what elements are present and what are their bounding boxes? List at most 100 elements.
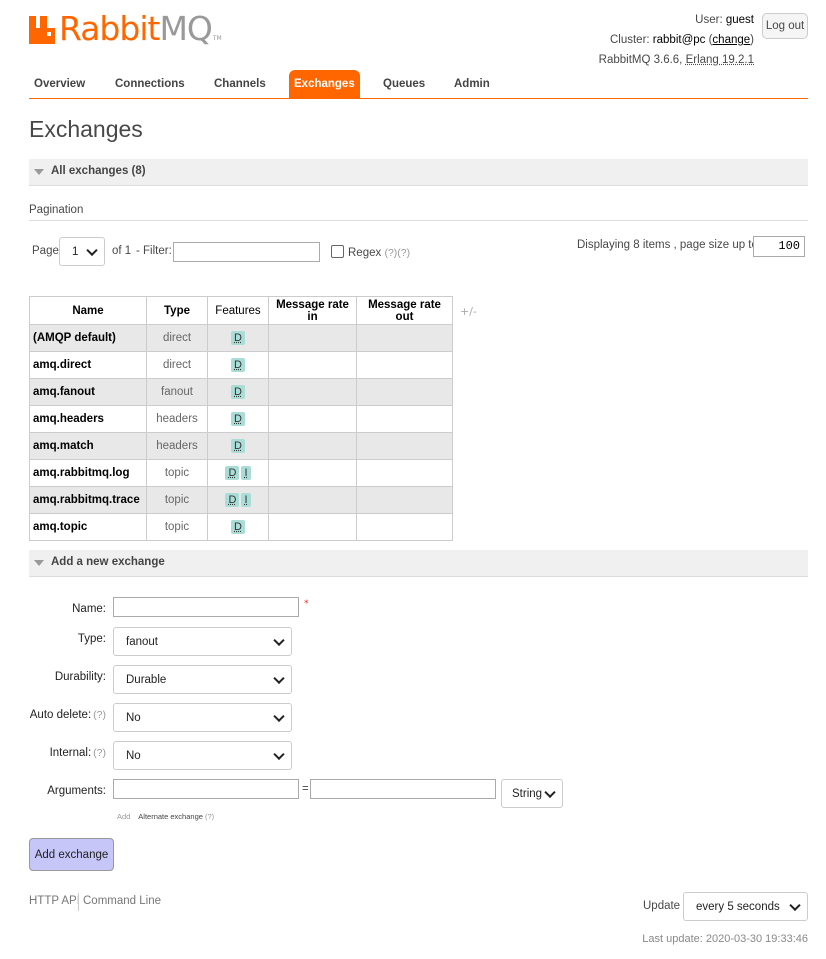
filter-label: - Filter: — [136, 245, 172, 257]
tab-channels[interactable]: Channels — [209, 70, 271, 98]
name-input[interactable] — [113, 597, 299, 617]
collapse-triangle-icon — [34, 169, 44, 175]
exchange-name-link[interactable]: amq.direct — [29, 351, 147, 379]
exchange-features: D — [207, 351, 269, 379]
exchange-type: topic — [146, 486, 208, 514]
exchange-name-link[interactable]: amq.fanout — [29, 378, 147, 406]
tab-admin[interactable]: Admin — [449, 70, 495, 98]
column-toggle-button[interactable]: +/- — [460, 305, 477, 318]
exchange-features: D — [207, 405, 269, 433]
arguments-hints: Add Alternate exchange (?) — [117, 812, 214, 821]
add-argument-hint: Add — [117, 812, 131, 821]
table-row[interactable]: amq.rabbitmq.log topic DI — [29, 459, 453, 487]
user-name: guest — [725, 14, 754, 26]
feature-durable-badge: D — [231, 358, 245, 372]
tab-queues[interactable]: Queues — [378, 70, 430, 98]
update-interval-select[interactable]: every 5 seconds — [683, 892, 808, 921]
type-select[interactable]: fanout — [113, 627, 292, 656]
chevron-down-icon — [789, 899, 801, 911]
exchange-name-link[interactable]: amq.topic — [29, 513, 147, 541]
auto-delete-select[interactable]: No — [113, 703, 292, 732]
internal-help[interactable]: (?) — [93, 747, 106, 759]
exchange-name-link[interactable]: amq.match — [29, 432, 147, 460]
table-header-row: Name Type Features Message rate in Messa… — [29, 296, 453, 325]
tab-connections[interactable]: Connections — [110, 70, 190, 98]
add-exchange-title: Add a new exchange — [51, 556, 165, 568]
exchange-features: D — [207, 324, 269, 352]
table-row[interactable]: amq.headers headers D — [29, 405, 453, 433]
table-row[interactable]: amq.direct direct D — [29, 351, 453, 379]
add-exchange-toggle[interactable]: Add a new exchange — [29, 550, 808, 577]
column-header-rate-out[interactable]: Message rate out — [356, 296, 453, 325]
exchange-features: DI — [207, 459, 269, 487]
footer-divider — [78, 893, 79, 911]
argument-key-input[interactable] — [113, 779, 299, 799]
column-header-type[interactable]: Type — [146, 296, 208, 325]
exchange-name-link[interactable]: amq.headers — [29, 405, 147, 433]
exchange-name-link[interactable]: amq.rabbitmq.log — [29, 459, 147, 487]
rate-out-cell — [356, 486, 453, 514]
exchange-features: D — [207, 513, 269, 541]
auto-delete-help[interactable]: (?) — [93, 709, 106, 721]
rabbitmq-logo[interactable]: RabbitMQ TM — [29, 12, 222, 46]
feature-durable-badge: D — [231, 331, 245, 345]
logout-button[interactable]: Log out — [762, 13, 808, 39]
logo-wordmark: RabbitMQ — [59, 9, 213, 48]
main-nav-tabs: Overview Connections Channels Exchanges … — [29, 70, 808, 99]
exchange-type: headers — [146, 432, 208, 460]
exchanges-table: Name Type Features Message rate in Messa… — [29, 296, 453, 541]
feature-durable-badge: D — [231, 412, 245, 426]
table-row[interactable]: (AMQP default) direct D — [29, 324, 453, 352]
chevron-down-icon — [273, 672, 285, 684]
feature-internal-badge: I — [241, 466, 251, 480]
arguments-label: Arguments: — [47, 785, 106, 797]
chevron-down-icon — [544, 786, 556, 798]
exchange-name-link[interactable]: (AMQP default) — [29, 324, 147, 352]
collapse-triangle-icon — [34, 560, 44, 566]
rate-in-cell — [268, 405, 357, 433]
add-exchange-button[interactable]: Add exchange — [29, 838, 114, 871]
tab-overview[interactable]: Overview — [29, 70, 90, 98]
column-header-features: Features — [207, 296, 269, 325]
durability-label: Durability: — [54, 671, 106, 683]
feature-durable-badge: D — [231, 439, 245, 453]
table-row[interactable]: amq.fanout fanout D — [29, 378, 453, 406]
exchange-features: D — [207, 432, 269, 460]
http-api-link[interactable]: HTTP API — [29, 895, 80, 907]
page-select[interactable]: 1 — [59, 237, 105, 266]
tab-exchanges[interactable]: Exchanges — [289, 70, 360, 98]
rate-out-cell — [356, 351, 453, 379]
required-mark: * — [304, 599, 309, 609]
exchange-type: topic — [146, 459, 208, 487]
cluster-name: rabbit@pc — [652, 34, 706, 46]
page-size-input[interactable]: 100 — [753, 236, 805, 257]
regex-help[interactable]: (?)(?) — [384, 247, 410, 259]
all-exchanges-toggle[interactable]: All exchanges (8) — [29, 159, 808, 186]
argument-type-select[interactable]: String — [501, 779, 563, 808]
update-label: Update — [643, 900, 681, 912]
last-update-text: Last update: 2020-03-30 19:33:46 — [642, 933, 808, 945]
version-info: RabbitMQ 3.6.6, Erlang 19.2.1 — [598, 54, 754, 66]
exchange-features: D — [207, 378, 269, 406]
table-row[interactable]: amq.topic topic D — [29, 513, 453, 541]
alternate-exchange-help[interactable]: (?) — [205, 812, 214, 821]
rate-in-cell — [268, 351, 357, 379]
argument-equals: = — [302, 783, 309, 795]
rabbit-logo-icon — [29, 14, 55, 44]
command-line-link[interactable]: Command Line — [83, 895, 161, 907]
internal-select[interactable]: No — [113, 741, 292, 770]
column-header-name[interactable]: Name — [29, 296, 147, 325]
alternate-exchange-link[interactable]: Alternate exchange — [138, 812, 203, 821]
regex-checkbox[interactable] — [331, 245, 344, 258]
argument-value-input[interactable] — [310, 779, 496, 799]
exchange-name-link[interactable]: amq.rabbitmq.trace — [29, 486, 147, 514]
chevron-down-icon — [273, 710, 285, 722]
chevron-down-icon — [86, 244, 98, 256]
durability-select[interactable]: Durable — [113, 665, 292, 694]
table-row[interactable]: amq.match headers D — [29, 432, 453, 460]
column-header-rate-in[interactable]: Message rate in — [268, 296, 357, 325]
table-row[interactable]: amq.rabbitmq.trace topic DI — [29, 486, 453, 514]
filter-input[interactable] — [173, 242, 320, 262]
cluster-change-link[interactable]: change — [712, 34, 750, 46]
pagination-title: Pagination — [29, 204, 808, 221]
